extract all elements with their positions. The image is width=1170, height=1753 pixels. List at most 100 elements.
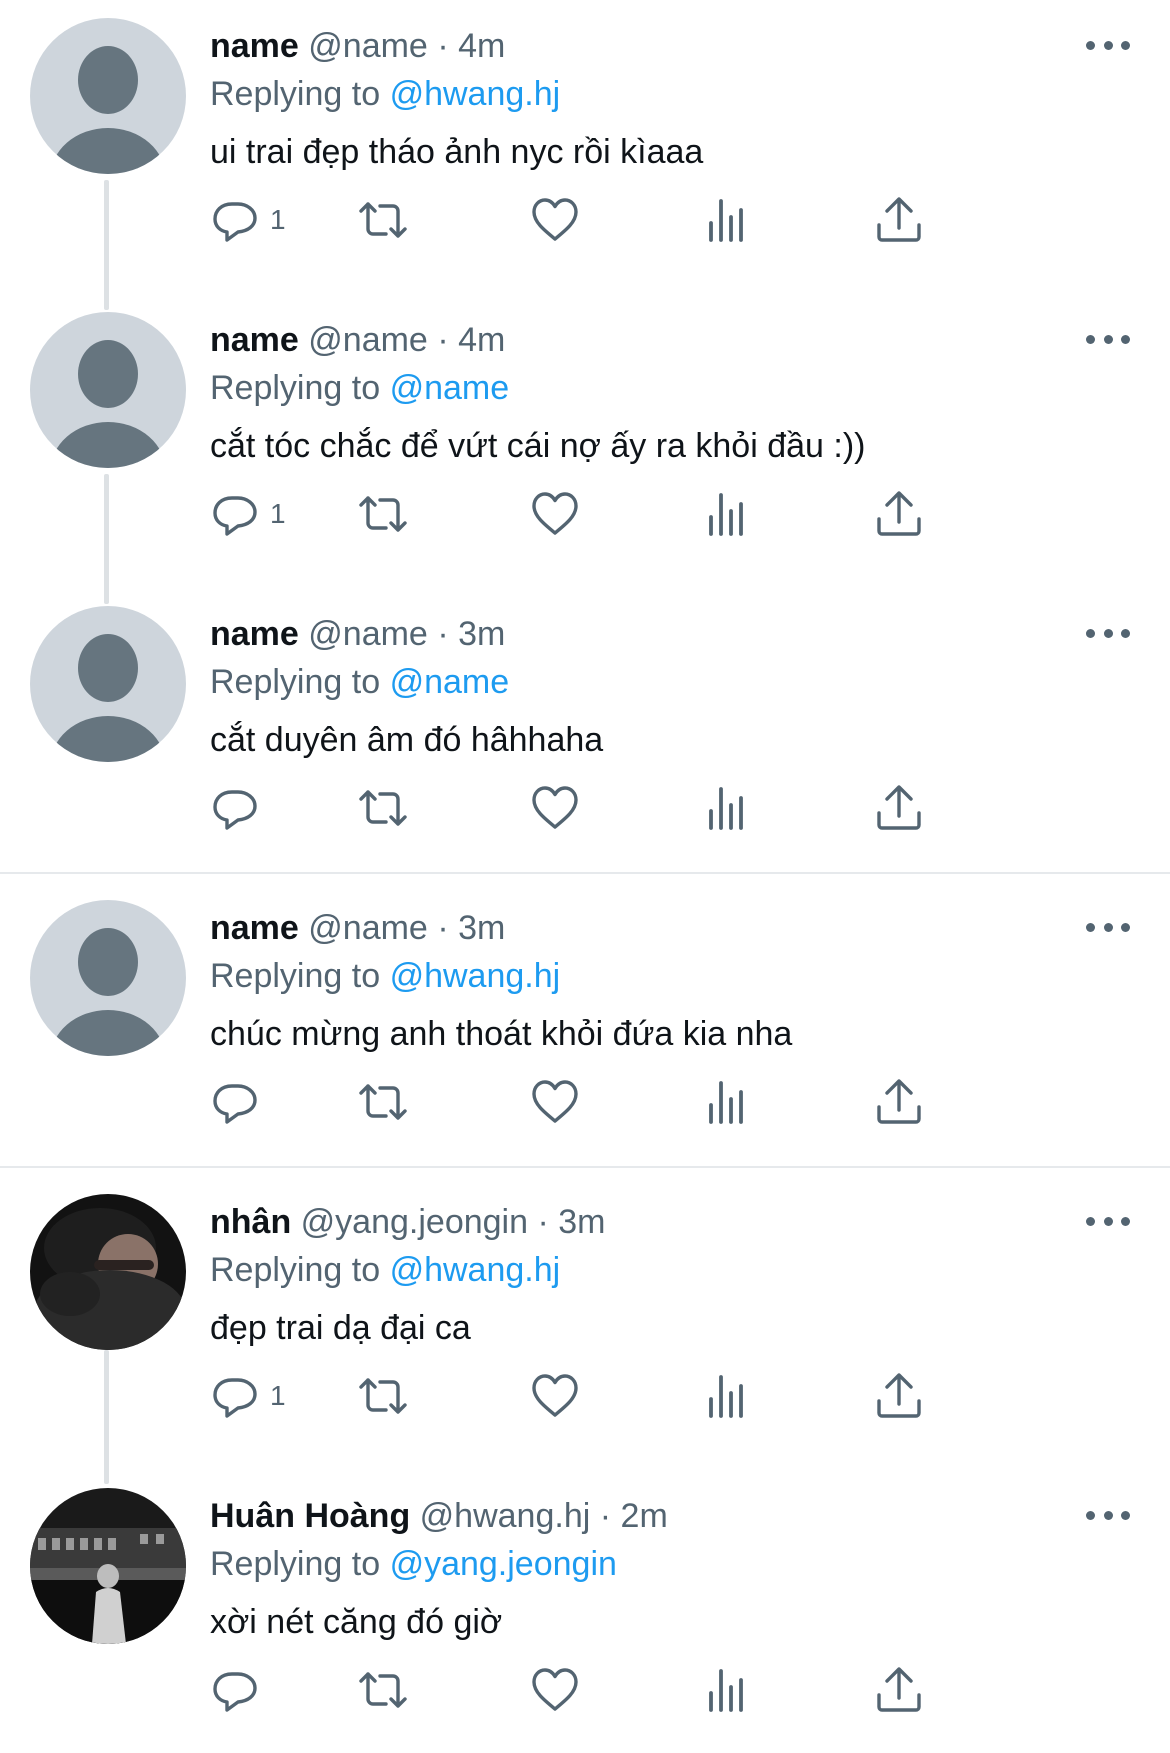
more-dots-icon[interactable]	[1086, 618, 1130, 648]
timestamp[interactable]: 2m	[621, 1497, 668, 1535]
separator-dot: ·	[437, 909, 449, 947]
reply-count: 1	[270, 498, 286, 529]
action-bar: 1	[210, 1366, 1090, 1426]
avatar[interactable]	[30, 606, 186, 762]
display-name[interactable]: Huân Hoàng	[210, 1497, 410, 1535]
tweet-text: đẹp trai dạ đại ca	[210, 1309, 471, 1347]
display-name[interactable]: name	[210, 321, 299, 359]
more-dots-icon[interactable]	[1086, 912, 1130, 942]
retweet-icon	[359, 496, 407, 532]
action-bar	[210, 778, 1090, 838]
share-upload-icon	[877, 785, 921, 830]
display-name[interactable]: nhân	[210, 1203, 291, 1241]
reply-button[interactable]	[210, 1072, 270, 1132]
replying-to: Replying to @hwang.hj	[210, 952, 560, 1000]
retweet-button[interactable]	[358, 190, 408, 250]
tweet[interactable]: name @name · 4m Replying to @hwang.hj ui…	[0, 0, 1170, 294]
tweet[interactable]: nhân @yang.jeongin · 3m Replying to @hwa…	[0, 1176, 1170, 1470]
retweet-icon	[359, 1084, 407, 1120]
like-button[interactable]	[530, 190, 580, 250]
speech-bubble-icon	[213, 1378, 257, 1418]
speech-bubble-icon	[213, 202, 257, 242]
share-upload-icon	[877, 1079, 921, 1124]
tweet[interactable]: name @name · 3m Replying to @hwang.hj ch…	[0, 882, 1170, 1176]
views-button[interactable]	[702, 1366, 752, 1426]
tweet[interactable]: name @name · 3m Replying to @name cắt du…	[0, 588, 1170, 882]
avatar[interactable]	[30, 900, 186, 1056]
share-button[interactable]	[874, 1660, 924, 1720]
user-handle[interactable]: @name	[308, 321, 428, 359]
user-handle[interactable]: @name	[308, 27, 428, 65]
mention-link[interactable]: @name	[390, 663, 510, 701]
like-button[interactable]	[530, 1660, 580, 1720]
avatar[interactable]	[30, 1488, 186, 1644]
reply-button[interactable]: 1	[210, 190, 286, 250]
mention-link[interactable]: @yang.jeongin	[390, 1545, 617, 1583]
mention-link[interactable]: @hwang.hj	[390, 75, 561, 113]
mention-link[interactable]: @name	[390, 369, 510, 407]
like-button[interactable]	[530, 778, 580, 838]
share-button[interactable]	[874, 1072, 924, 1132]
timestamp[interactable]: 3m	[558, 1203, 605, 1241]
share-button[interactable]	[874, 484, 924, 544]
action-bar: 1	[210, 484, 1090, 544]
speech-bubble-icon	[213, 496, 257, 536]
share-button[interactable]	[874, 1366, 924, 1426]
retweet-button[interactable]	[358, 1660, 408, 1720]
timestamp[interactable]: 3m	[458, 909, 505, 947]
views-button[interactable]	[702, 190, 752, 250]
reply-button[interactable]	[210, 778, 270, 838]
retweet-button[interactable]	[358, 778, 408, 838]
separator-dot: ·	[599, 1497, 612, 1535]
timestamp[interactable]: 4m	[458, 321, 505, 359]
retweet-button[interactable]	[358, 1366, 408, 1426]
retweet-button[interactable]	[358, 1072, 408, 1132]
more-dots-icon[interactable]	[1086, 324, 1130, 354]
user-handle[interactable]: @name	[308, 615, 428, 653]
share-upload-icon	[877, 491, 921, 536]
avatar[interactable]	[30, 312, 186, 468]
timestamp[interactable]: 3m	[458, 615, 505, 653]
mention-link[interactable]: @hwang.hj	[390, 957, 561, 995]
share-button[interactable]	[874, 190, 924, 250]
user-handle[interactable]: @hwang.hj	[420, 1497, 591, 1535]
share-upload-icon	[877, 197, 921, 242]
share-upload-icon	[877, 1667, 921, 1712]
bar-chart-icon	[709, 1669, 743, 1712]
display-name[interactable]: name	[210, 615, 299, 653]
share-button[interactable]	[874, 778, 924, 838]
user-handle[interactable]: @yang.jeongin	[301, 1203, 528, 1241]
mention-link[interactable]: @hwang.hj	[390, 1251, 561, 1289]
views-button[interactable]	[702, 1660, 752, 1720]
reply-button[interactable]: 1	[210, 484, 286, 544]
more-dots-icon[interactable]	[1086, 1500, 1130, 1530]
tweet-text: chúc mừng anh thoát khỏi đứa kia nha	[210, 1015, 793, 1053]
tweet[interactable]: name @name · 4m Replying to @name cắt tó…	[0, 294, 1170, 588]
like-button[interactable]	[530, 484, 580, 544]
tweet-header: name @name · 3m	[210, 904, 505, 952]
display-name[interactable]: name	[210, 909, 299, 947]
tweet-text: xời nét căng đó giờ	[210, 1603, 503, 1641]
bar-chart-icon	[709, 1375, 743, 1418]
views-button[interactable]	[702, 1072, 752, 1132]
replying-to-label: Replying to	[210, 369, 381, 407]
user-handle[interactable]: @name	[308, 909, 428, 947]
separator-dot: ·	[437, 27, 449, 65]
bar-chart-icon	[709, 1081, 743, 1124]
more-dots-icon[interactable]	[1086, 1206, 1130, 1236]
display-name[interactable]: name	[210, 27, 299, 65]
avatar[interactable]	[30, 18, 186, 174]
views-button[interactable]	[702, 484, 752, 544]
reply-button[interactable]: 1	[210, 1366, 286, 1426]
like-button[interactable]	[530, 1072, 580, 1132]
avatar[interactable]	[30, 1194, 186, 1350]
separator-dot: ·	[537, 1203, 549, 1241]
tweet[interactable]: Huân Hoàng @hwang.hj · 2m Replying to @y…	[0, 1470, 1170, 1753]
timestamp[interactable]: 4m	[458, 27, 505, 65]
views-button[interactable]	[702, 778, 752, 838]
reply-button[interactable]	[210, 1660, 270, 1720]
bar-chart-icon	[709, 787, 743, 830]
like-button[interactable]	[530, 1366, 580, 1426]
more-dots-icon[interactable]	[1086, 30, 1130, 60]
retweet-button[interactable]	[358, 484, 408, 544]
